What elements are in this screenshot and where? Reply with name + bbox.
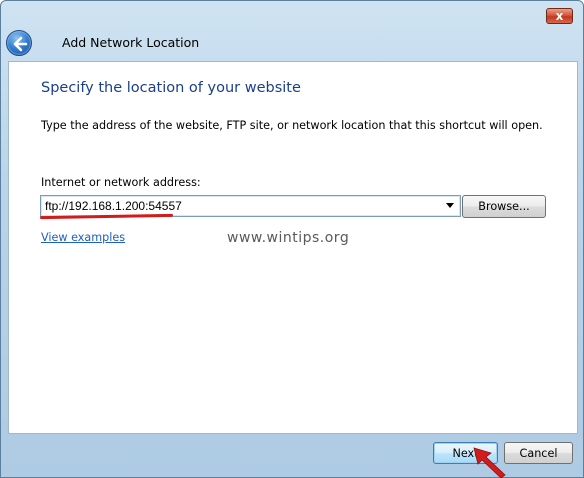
address-input[interactable]: ftp://192.168.1.200:54557: [45, 199, 182, 213]
browse-button[interactable]: Browse...: [462, 195, 546, 218]
red-arrow-annotation-icon: [473, 447, 506, 478]
address-label: Internet or network address:: [41, 176, 201, 189]
back-arrow-icon: [13, 36, 28, 52]
dialog-window: x Add Network Location Specify the locat…: [0, 0, 584, 478]
cancel-button[interactable]: Cancel: [504, 442, 573, 464]
chevron-down-icon[interactable]: [446, 203, 454, 208]
instruction-text: Type the address of the website, FTP sit…: [41, 119, 543, 132]
watermark: www.wintips.org: [227, 230, 350, 246]
page-title: Specify the location of your website: [41, 80, 301, 96]
close-icon: x: [555, 9, 564, 23]
close-button[interactable]: x: [546, 8, 573, 24]
titlebar: x Add Network Location: [1, 1, 584, 61]
address-combobox[interactable]: ftp://192.168.1.200:54557: [40, 195, 461, 217]
view-examples-link[interactable]: View examples: [41, 231, 125, 244]
wizard-content: Specify the location of your website Typ…: [8, 61, 578, 434]
back-button[interactable]: [6, 30, 32, 56]
window-title: Add Network Location: [62, 35, 200, 50]
